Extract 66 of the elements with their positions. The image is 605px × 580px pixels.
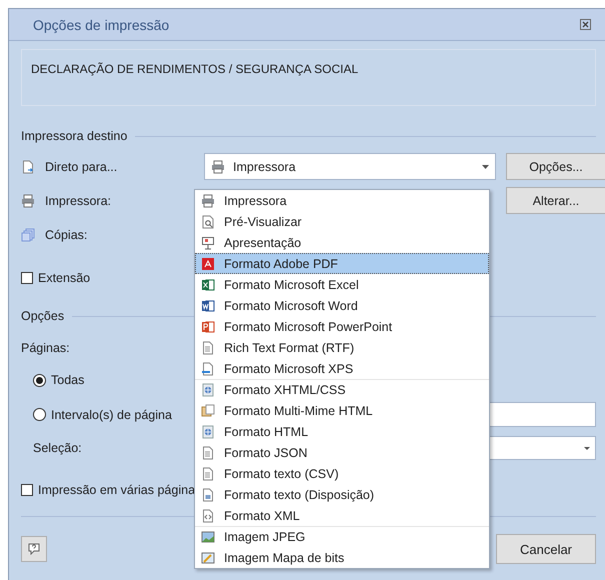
section-heading: Impressora destino (21, 129, 128, 143)
radio-button[interactable] (33, 408, 46, 421)
section-heading: Opções (21, 309, 64, 323)
cancel-button[interactable]: Cancelar (496, 534, 596, 564)
field-label: Impressora: (45, 194, 111, 208)
window-title: Opções de impressão (33, 16, 170, 32)
close-icon[interactable] (580, 19, 591, 30)
printer-icon (201, 194, 215, 208)
document-icon (201, 446, 215, 460)
radio-label: Todas (51, 373, 84, 387)
menu-item[interactable]: Impressora (195, 190, 489, 211)
copies-icon (21, 228, 35, 242)
field-label: Cópias: (45, 228, 88, 242)
menu-item[interactable]: Imagem JPEG (195, 526, 489, 547)
pdf-icon (201, 256, 215, 270)
image-brush-icon (201, 550, 215, 564)
slides-icon (201, 320, 215, 334)
package-icon (201, 404, 215, 418)
row-button[interactable]: Alterar... (506, 187, 605, 214)
row-button[interactable]: Opções... (506, 153, 605, 180)
menu-item[interactable]: Rich Text Format (RTF) (195, 337, 489, 358)
document-icon (201, 340, 215, 354)
radio-button[interactable] (33, 374, 46, 386)
menu-item[interactable]: Formato Microsoft Excel (195, 274, 489, 295)
menu-item[interactable]: Formato JSON (195, 442, 489, 463)
checkbox-label: Impressão em várias página (38, 483, 196, 497)
field-label: Direto para... (45, 160, 118, 174)
menu-item[interactable]: Formato Microsoft PowerPoint (195, 316, 489, 337)
multi-page-checkbox[interactable] (21, 484, 33, 496)
caret-icon (482, 164, 489, 168)
menu-item[interactable]: Formato texto (CSV) (195, 463, 489, 484)
help-icon (28, 543, 40, 555)
help-button[interactable] (21, 536, 47, 562)
printer-icon (21, 194, 35, 208)
word-document-icon (201, 298, 215, 312)
menu-item[interactable]: Formato Adobe PDF (195, 253, 489, 274)
menu-item[interactable]: Pré-Visualizar (195, 211, 489, 232)
menu-item[interactable]: Imagem Mapa de bits (195, 547, 489, 568)
field-label: Seleção: (33, 441, 82, 455)
document-arrow-icon (201, 362, 215, 376)
radio-label: Intervalo(s) de página (51, 408, 172, 422)
image-icon (201, 530, 215, 544)
output-dropdown[interactable]: Impressora (204, 153, 496, 180)
printer-icon (211, 160, 225, 174)
presentation-icon (201, 236, 215, 250)
menu-item[interactable]: Formato Multi-Mime HTML (195, 400, 489, 421)
checkbox-label: Extensão (38, 271, 90, 285)
code-file-icon (201, 508, 215, 522)
document-icon (201, 488, 215, 502)
menu-item[interactable]: Formato XML (195, 505, 489, 526)
menu-item[interactable]: Formato texto (Disposição) (195, 484, 489, 505)
menu-item[interactable]: Formato HTML (195, 421, 489, 442)
field-label: Páginas: (21, 341, 70, 355)
menu-item[interactable]: Apresentação (195, 232, 489, 253)
caret-icon (584, 446, 590, 450)
document-icon (201, 466, 215, 480)
globe-icon (201, 383, 215, 397)
menu-item[interactable]: Formato Microsoft XPS (195, 358, 489, 379)
spreadsheet-icon (201, 278, 215, 292)
report-description: DECLARAÇÃO DE RENDIMENTOS / SEGURANÇA SOCIAL (21, 49, 596, 106)
extension-checkbox[interactable] (21, 272, 33, 284)
menu-item[interactable]: Formato Microsoft Word (195, 295, 489, 316)
globe-icon (201, 424, 215, 438)
document-arrow-icon (21, 160, 35, 174)
menu-item[interactable]: Formato XHTML/CSS (195, 379, 489, 400)
preview-icon (201, 214, 215, 228)
